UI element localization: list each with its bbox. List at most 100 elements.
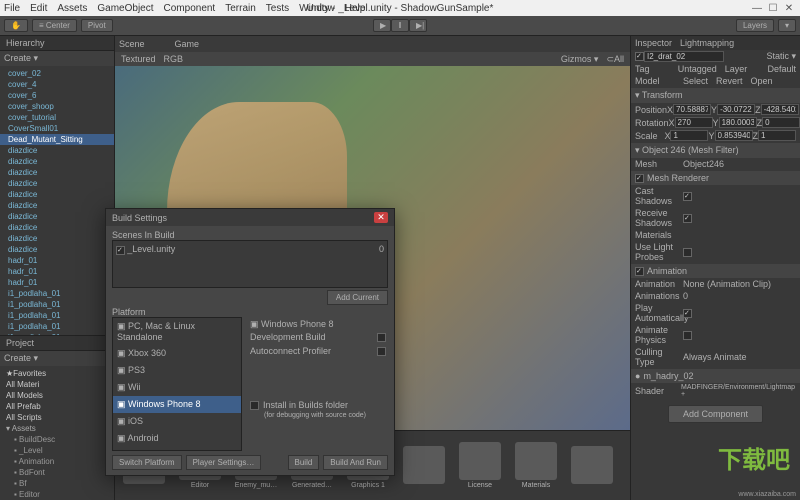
animv-value[interactable]: None (Animation Clip) [683,279,771,289]
pos-x[interactable] [673,104,711,115]
revert-button[interactable]: Revert [716,76,743,86]
animphys-checkbox[interactable] [683,331,692,340]
auto-checkbox[interactable] [377,347,386,356]
asset-thumbnail[interactable] [399,446,449,486]
project-create[interactable]: Create ▾ [4,353,38,364]
scl-y[interactable] [715,130,753,141]
hierarchy-item[interactable]: diazdice [0,211,114,222]
rot-x[interactable] [675,117,713,128]
switch-platform-button[interactable]: Switch Platform [112,455,182,470]
hierarchy-item[interactable]: diazdice [0,156,114,167]
hand-tool-icon[interactable]: ✋ [4,19,28,32]
pos-z[interactable] [761,104,799,115]
pos-y[interactable] [717,104,755,115]
hierarchy-item[interactable]: diazdice [0,200,114,211]
hierarchy-item[interactable]: i1_podlaha_01 [0,310,114,321]
minimize-icon[interactable]: — [750,3,764,14]
platform-item[interactable]: ▣ Xbox 360 [113,345,241,362]
menu-terrain[interactable]: Terrain [225,3,256,14]
project-favorite[interactable]: All Scripts [0,412,114,423]
menu-edit[interactable]: Edit [30,3,47,14]
layers-dropdown[interactable]: Layers [736,19,774,32]
object-name[interactable] [644,51,724,62]
hierarchy-item[interactable]: diazdice [0,167,114,178]
install-checkbox[interactable] [250,401,259,410]
dialog-close-icon[interactable]: ✕ [374,212,388,223]
menu-file[interactable]: File [4,3,20,14]
hierarchy-item[interactable]: i1_podlaha_01 [0,299,114,310]
project-folder[interactable]: ▪ Bf [0,478,114,489]
hierarchy-item[interactable]: diazdice [0,178,114,189]
meshrend-checkbox[interactable] [635,174,644,183]
project-favorite[interactable]: All Materi [0,379,114,390]
project-folder[interactable]: ▪ Editor [0,489,114,500]
hierarchy-item[interactable]: cover_6 [0,90,114,101]
platform-item[interactable]: ▣ PS3 [113,362,241,379]
player-settings-button[interactable]: Player Settings… [186,455,262,470]
center-toggle[interactable]: ≡ Center [32,19,77,32]
project-favorite[interactable]: All Prefab [0,401,114,412]
hierarchy-item[interactable]: diazdice [0,145,114,156]
hierarchy-item[interactable]: hadr_01 [0,266,114,277]
cull-value[interactable]: Always Animate [683,352,747,362]
inspector-tab[interactable]: Inspector [635,38,672,48]
project-folder[interactable]: ▪ Animation [0,456,114,467]
scl-z[interactable] [758,130,796,141]
cast-checkbox[interactable] [683,192,692,201]
add-component-button[interactable]: Add Component [668,405,763,423]
pause-button[interactable]: ‖ [391,19,409,32]
rgb-mode[interactable]: RGB [164,54,184,64]
hierarchy-item[interactable]: CoverSmall01 [0,123,114,134]
transform-header[interactable]: ▾ Transform [635,90,683,101]
meshfilter-header[interactable]: ▾ Object 246 (Mesh Filter) [635,145,739,156]
anim-header[interactable]: Animation [647,266,687,276]
hierarchy-item[interactable]: cover_shoop [0,101,114,112]
assets-root[interactable]: ▾ Assets [0,423,114,434]
scl-x[interactable] [670,130,708,141]
scenes-list[interactable]: _Level.unity0 [112,240,388,288]
playauto-checkbox[interactable] [683,309,692,318]
platform-item[interactable]: ▣ Wii [113,379,241,396]
menu-component[interactable]: Component [164,3,216,14]
hierarchy-item[interactable]: i1_podlaha_01 [0,288,114,299]
project-favorite[interactable]: All Models [0,390,114,401]
play-button[interactable]: ▶ [373,19,391,32]
menu-assets[interactable]: Assets [57,3,87,14]
platform-item[interactable]: ▣ Android [113,430,241,447]
build-button[interactable]: Build [288,455,320,470]
menu-gameobject[interactable]: GameObject [97,3,153,14]
project-favorite[interactable]: ★Favorites [0,368,114,379]
layout-dropdown[interactable]: ▾ [778,19,796,32]
hierarchy-item[interactable]: hadr_01 [0,277,114,288]
hierarchy-item[interactable]: i1_podlaha_01 [0,321,114,332]
hierarchy-item[interactable]: hadr_01 [0,255,114,266]
anim-checkbox[interactable] [635,267,644,276]
lightmapping-tab[interactable]: Lightmapping [680,38,734,48]
project-tab[interactable]: Project [0,336,114,351]
hierarchy-item[interactable]: diazdice [0,189,114,200]
hierarchy-item[interactable]: diazdice [0,233,114,244]
dev-checkbox[interactable] [377,333,386,342]
rot-z[interactable] [762,117,800,128]
shading-mode[interactable]: Textured [121,54,156,64]
asset-thumbnail[interactable] [567,446,617,486]
open-button[interactable]: Open [751,76,773,86]
layer-dropdown[interactable]: Default [767,64,796,74]
platform-item[interactable]: ▣ Windows Phone 8 [113,396,241,413]
project-folder[interactable]: ▪ _Level [0,445,114,456]
hierarchy-item[interactable]: cover_tutorial [0,112,114,123]
tag-dropdown[interactable]: Untagged [678,64,717,74]
asset-thumbnail[interactable]: Materials [511,442,561,489]
shader-value[interactable]: MADFINGER/Environment/Lightmap + [681,384,796,398]
platform-item[interactable]: ▣ PC, Mac & Linux Standalone [113,318,241,345]
scene-checkbox[interactable] [116,246,125,255]
rot-y[interactable] [719,117,757,128]
menu-tests[interactable]: Tests [266,3,289,14]
add-current-button[interactable]: Add Current [327,290,388,305]
material-name[interactable]: m_hadry_02 [643,371,693,381]
hierarchy-item[interactable]: diazdice [0,222,114,233]
model-select[interactable]: Select [683,76,708,86]
recv-checkbox[interactable] [683,214,692,223]
probes-checkbox[interactable] [683,248,692,257]
static-dropdown[interactable]: Static ▾ [766,51,796,62]
